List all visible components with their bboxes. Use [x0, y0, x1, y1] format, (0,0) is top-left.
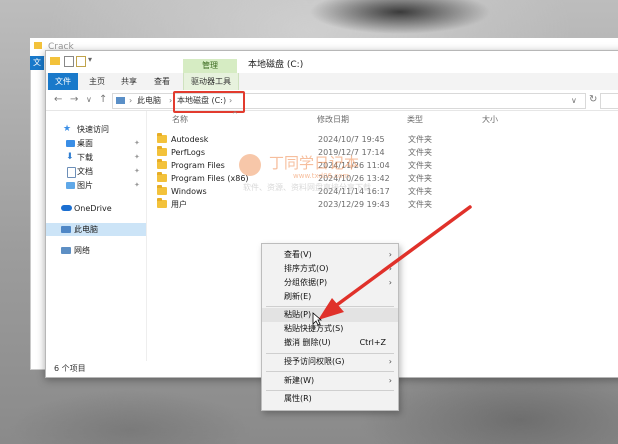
- red-annotation-arrow: [318, 205, 472, 320]
- mouse-cursor-icon: [312, 312, 322, 326]
